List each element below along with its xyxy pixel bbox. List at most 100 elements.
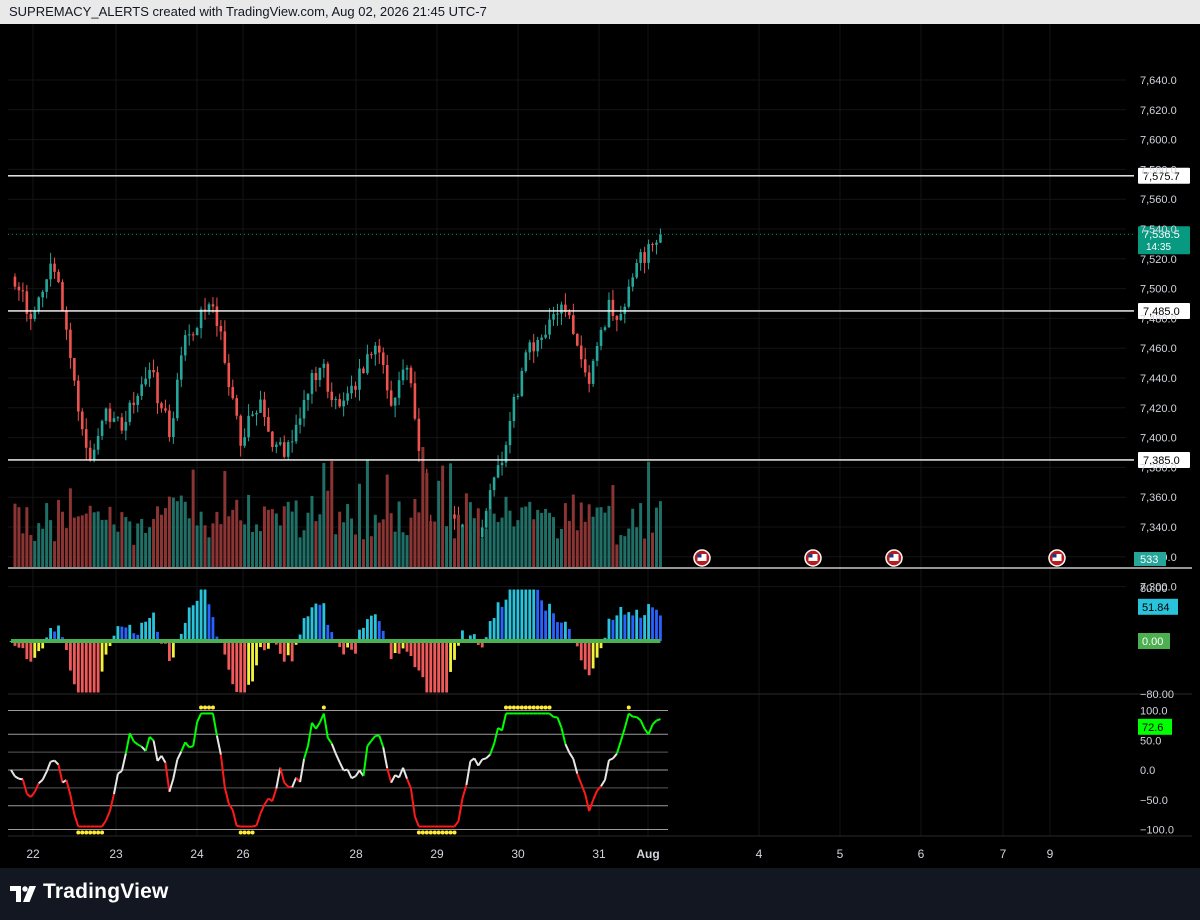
candle-down — [120, 413, 124, 435]
volume-bar — [338, 511, 342, 567]
histogram-bar — [560, 622, 563, 641]
histogram-bar — [445, 641, 448, 693]
candle-body — [223, 331, 227, 363]
volume-bar — [255, 524, 259, 567]
candle-body — [172, 418, 175, 437]
oscillator-segment — [137, 743, 143, 748]
volume-bar — [334, 534, 338, 567]
volume-bar — [17, 507, 21, 567]
candle-down — [314, 366, 318, 392]
tradingview-brand[interactable]: TradingView — [43, 880, 169, 904]
volume-bar — [294, 500, 298, 567]
volume-bar — [88, 505, 92, 567]
volume-bar — [195, 525, 199, 567]
volume-bar — [128, 521, 132, 567]
volume-bar — [615, 544, 619, 567]
volume-bar — [405, 535, 409, 567]
candle-body — [405, 367, 409, 370]
candle-body — [239, 415, 242, 446]
volume-bar — [112, 524, 116, 567]
volume-bar — [120, 512, 124, 567]
oscillator-segment — [382, 747, 389, 769]
volume-bar — [274, 513, 278, 567]
candle-down — [413, 371, 417, 421]
volume-bar — [49, 520, 53, 567]
candle-body — [358, 368, 361, 390]
candle-down — [215, 297, 219, 337]
candle-up — [548, 308, 551, 340]
candle-body — [326, 363, 330, 392]
extreme-dot — [210, 705, 215, 710]
volume-bar — [397, 501, 401, 567]
candle-body — [57, 271, 60, 283]
economic-event-icon[interactable] — [804, 549, 822, 567]
histogram-bar — [417, 641, 421, 671]
histogram-value-label: 51.84 — [1142, 602, 1170, 614]
volume-bar — [203, 525, 207, 567]
oscillator-segment — [409, 788, 416, 817]
candle-up — [294, 414, 298, 444]
histogram-bar — [611, 619, 615, 641]
volume-bar — [156, 506, 160, 567]
candle-body — [385, 364, 389, 391]
oscillator-segment — [564, 743, 571, 754]
candle-body — [413, 383, 417, 419]
candle-body — [136, 395, 140, 405]
oscillator-segment — [196, 713, 202, 723]
histogram-bar — [282, 641, 286, 662]
histogram-bar — [437, 641, 441, 693]
extreme-dot — [436, 830, 441, 835]
histogram-bar — [536, 589, 540, 641]
candle-down — [362, 366, 365, 374]
oscillator-segment — [120, 753, 127, 772]
extreme-dot — [88, 830, 93, 835]
candle-up — [350, 375, 353, 399]
candle-body — [536, 339, 539, 352]
chart-frame[interactable]: 7,575.7 7,485.0 7,385.0 7,536.5 14:35 7,640.0… — [8, 24, 1192, 869]
extreme-dot — [626, 705, 631, 710]
oscillator-segment — [188, 745, 194, 749]
chart-canvas[interactable]: 7,575.77,485.07,385.07,536.514:357,640.0… — [8, 24, 1192, 869]
candle-up — [528, 339, 532, 361]
candle-body — [647, 244, 650, 263]
price-axis-tick: 7,520.0 — [1140, 254, 1177, 266]
candle-body — [548, 319, 551, 335]
volume-bar — [270, 509, 274, 567]
histogram-bar — [25, 641, 29, 660]
histogram-bar — [207, 604, 211, 641]
time-axis-tick: 7 — [1000, 847, 1007, 861]
candle-body — [271, 431, 274, 447]
economic-event-icon[interactable] — [1048, 549, 1066, 567]
volume-bar — [381, 519, 385, 567]
histogram-bar — [429, 641, 433, 693]
oscillator-segment — [57, 764, 64, 783]
histogram-bar — [369, 615, 373, 641]
histogram-bar — [33, 641, 37, 658]
volume-bar — [393, 531, 397, 567]
economic-event-icon[interactable] — [693, 549, 711, 567]
extreme-dot — [203, 705, 208, 710]
candle-body — [607, 299, 611, 328]
candle-up — [374, 341, 377, 366]
extreme-dot — [515, 705, 520, 710]
volume-bar — [619, 535, 623, 567]
volume-bar — [290, 511, 294, 567]
extreme-dot — [96, 830, 101, 835]
extreme-dot — [531, 705, 536, 710]
extreme-dot — [416, 830, 421, 835]
oscillator-segment — [453, 820, 460, 828]
candle-down — [377, 338, 381, 364]
economic-event-icon[interactable] — [885, 549, 903, 567]
candle-body — [255, 412, 258, 415]
oscillator-segment — [227, 803, 234, 811]
candle-body — [29, 313, 33, 319]
candle-up — [595, 341, 599, 367]
histogram-bar — [377, 621, 381, 641]
volume-bar — [84, 513, 88, 567]
candle-up — [286, 440, 290, 460]
candle-body — [393, 397, 397, 406]
volume-bar — [60, 511, 64, 567]
volume-bar — [623, 536, 627, 567]
volume-bar — [456, 514, 460, 567]
histogram-bar — [92, 641, 96, 693]
